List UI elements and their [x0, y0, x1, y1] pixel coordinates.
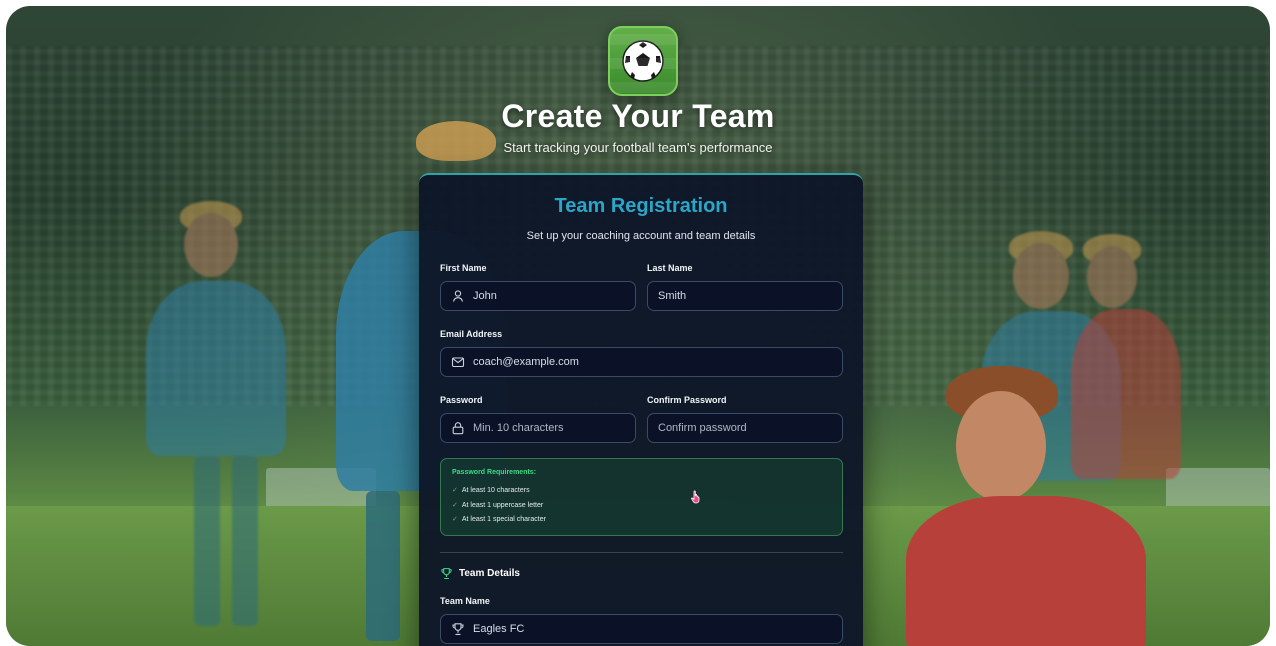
- app-logo: [608, 26, 678, 96]
- password-placeholder: Min. 10 characters: [473, 422, 564, 434]
- trophy-icon: [452, 623, 464, 635]
- first-name-value: John: [473, 290, 497, 302]
- confirm-password-label: Confirm Password: [647, 395, 727, 405]
- password-label: Password: [440, 395, 483, 405]
- requirement-item: ✓ At least 10 characters: [452, 487, 530, 494]
- confirm-password-placeholder: Confirm password: [658, 422, 747, 434]
- last-name-value: Smith: [658, 290, 687, 302]
- page-title: Create Your Team: [501, 98, 775, 134]
- email-label: Email Address: [440, 329, 503, 339]
- user-icon: [452, 290, 464, 302]
- check-icon: ✓: [452, 516, 458, 523]
- password-field[interactable]: Min. 10 characters: [440, 413, 636, 443]
- card-subtitle: Set up your coaching account and team de…: [526, 230, 756, 242]
- lock-icon: [452, 422, 464, 435]
- card-title: Team Registration: [554, 195, 728, 217]
- check-icon: ✓: [452, 487, 458, 494]
- registration-card: Team Registration Set up your coaching a…: [419, 173, 863, 646]
- team-details-heading: Team Details: [440, 567, 520, 580]
- team-name-value: Eagles FC: [473, 623, 525, 635]
- section-divider: [440, 552, 843, 553]
- mail-icon: [451, 357, 465, 368]
- last-name-field[interactable]: Smith: [647, 281, 843, 311]
- first-name-label: First Name: [440, 263, 487, 273]
- last-name-label: Last Name: [647, 263, 693, 273]
- page-subtitle: Start tracking your football team's perf…: [503, 140, 773, 155]
- trophy-icon: [441, 568, 452, 580]
- confirm-password-field[interactable]: Confirm password: [647, 413, 843, 443]
- password-requirements-title: Password Requirements:: [452, 469, 537, 476]
- requirement-item: ✓ At least 1 uppercase letter: [452, 502, 544, 509]
- check-icon: ✓: [452, 502, 458, 509]
- password-requirements-box: Password Requirements: ✓ At least 10 char…: [440, 458, 843, 536]
- first-name-field[interactable]: John: [440, 281, 636, 311]
- team-name-field[interactable]: Eagles FC: [440, 614, 843, 644]
- email-value: coach@example.com: [473, 356, 579, 368]
- team-name-label: Team Name: [440, 596, 490, 606]
- requirement-item: ✓ At least 1 special character: [452, 516, 546, 523]
- pointer-cursor-icon: [691, 490, 700, 504]
- app-window: Create Your Team Start tracking your foo…: [6, 6, 1270, 646]
- email-field[interactable]: coach@example.com: [440, 347, 843, 377]
